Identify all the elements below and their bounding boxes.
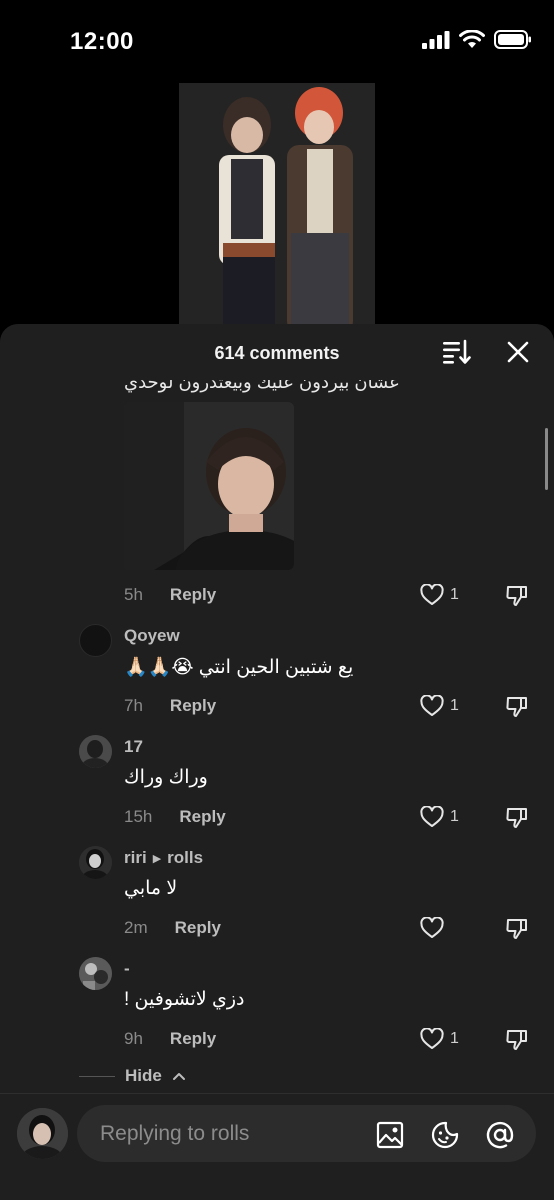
signal-icon [422,30,450,49]
like-button[interactable] [420,916,450,940]
hide-replies-button[interactable]: Hide [79,1066,186,1086]
avatar[interactable] [79,624,112,657]
like-button[interactable]: 1 [420,1027,459,1051]
comment-timestamp: 5h [124,585,143,604]
reply-to-username[interactable]: rolls [167,848,203,868]
sort-icon[interactable] [441,339,471,365]
heart-icon [420,695,444,716]
comment-meta: 9h Reply [124,1027,216,1051]
comment-meta: 7h Reply [124,694,216,718]
dislike-icon[interactable] [505,694,529,718]
status-time: 12:00 [70,28,134,55]
divider [79,1075,115,1077]
status-bar: 12:00 [0,0,554,84]
comment-text: وراك وراك [124,767,208,788]
heart-icon [420,584,444,605]
comment-image[interactable] [124,402,294,570]
dislike-icon[interactable] [505,805,529,829]
heart-icon [420,1028,444,1049]
avatar[interactable] [79,846,112,879]
close-icon[interactable] [505,339,531,365]
comment-text: لا مابي [124,878,178,899]
reply-button[interactable]: Reply [170,585,216,605]
avatar[interactable] [79,957,112,990]
like-button[interactable]: 1 [420,583,459,607]
video-thumbnail[interactable] [179,83,375,333]
comments-header: 614 comments [0,324,554,380]
comment-text: دزي لاتشوفين ! [124,989,245,1010]
battery-icon [494,30,531,49]
dislike-icon[interactable] [505,583,529,607]
reply-arrow-icon: ▶ [152,852,162,865]
comment-username[interactable]: - [124,959,130,979]
dislike-icon[interactable] [505,916,529,940]
avatar[interactable] [17,1108,68,1159]
like-button[interactable]: 1 [420,805,459,829]
username-text[interactable]: - [124,959,130,979]
comment-username[interactable]: riri ▶ rolls [124,848,203,868]
like-count: 1 [450,808,459,825]
like-count: 1 [450,697,459,714]
username-text[interactable]: Qoyew [124,626,180,646]
wifi-icon [459,30,485,48]
status-icons [422,30,532,49]
mention-icon[interactable] [486,1121,514,1149]
comment-timestamp: 2m [124,918,148,937]
comment-timestamp: 9h [124,1029,143,1048]
heart-icon [420,806,444,827]
reply-button[interactable]: Reply [170,696,216,716]
input-placeholder: Replying to rolls [100,1122,250,1145]
chevron-up-icon [172,1073,185,1080]
like-count: 1 [450,586,459,603]
comment-meta: 15h Reply [124,805,226,829]
scrollbar[interactable] [545,428,548,490]
username-text[interactable]: riri [124,848,147,868]
video-image [179,83,375,333]
comment-meta: 5h Reply [124,583,216,607]
comment-meta: 2m Reply [124,916,221,940]
comment-composer: Replying to rolls [0,1093,554,1200]
emoji-icon[interactable] [431,1121,459,1149]
comment-timestamp: 7h [124,696,143,715]
comment-timestamp: 15h [124,807,153,826]
hide-label[interactable]: Hide [125,1066,162,1086]
heart-icon [420,917,444,938]
like-count: 1 [450,1030,459,1047]
comment-text: يع شتبين الحين انتي 😭🙏🏻🙏🏻 [124,657,354,678]
like-button[interactable]: 1 [420,694,459,718]
comments-sheet: 614 comments عشان بيردون عليك وبيعتذرون … [0,324,554,1200]
comment-username[interactable]: 17 [124,737,143,757]
username-text[interactable]: 17 [124,737,143,757]
comment-input[interactable]: Replying to rolls [77,1105,536,1162]
reply-button[interactable]: Reply [179,807,225,827]
comment-username[interactable]: Qoyew [124,626,180,646]
comment-photo [124,402,294,570]
reply-button[interactable]: Reply [175,918,221,938]
image-icon[interactable] [376,1121,404,1149]
dislike-icon[interactable] [505,1027,529,1051]
avatar[interactable] [79,735,112,768]
reply-button[interactable]: Reply [170,1029,216,1049]
